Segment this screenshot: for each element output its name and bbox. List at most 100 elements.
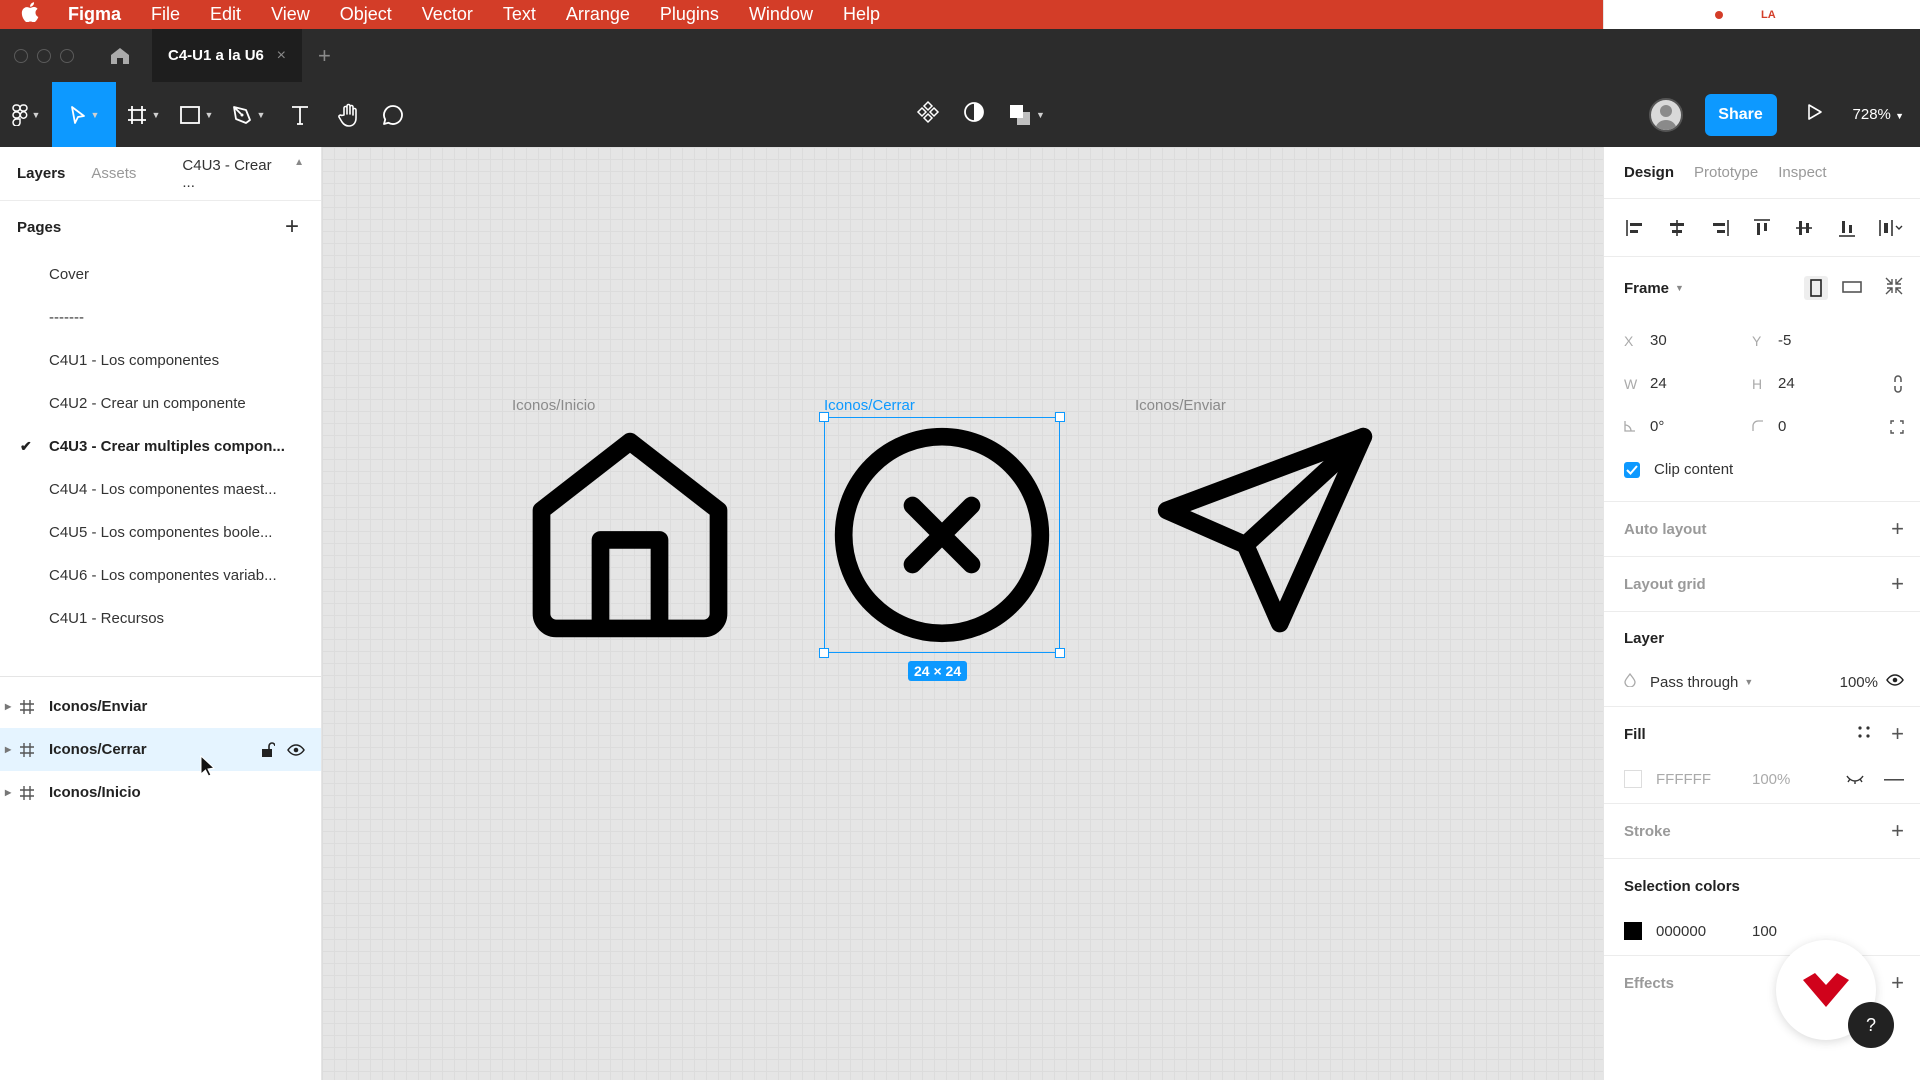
- page-item[interactable]: C4U1 - Los componentes: [0, 339, 321, 382]
- frame-tool[interactable]: ▼: [116, 82, 170, 147]
- help-button[interactable]: ?: [1848, 1002, 1894, 1048]
- layer-opacity-input[interactable]: 100%: [1840, 674, 1878, 691]
- pen-tool[interactable]: ▼: [222, 82, 274, 147]
- page-item-selected[interactable]: ✔ C4U3 - Crear multiples compon...: [0, 425, 321, 468]
- independent-corners-icon[interactable]: [1890, 419, 1904, 434]
- remove-fill-button[interactable]: —: [1884, 768, 1904, 791]
- fill-opacity[interactable]: 100%: [1752, 771, 1790, 788]
- menu-app-figma[interactable]: Figma: [60, 4, 136, 25]
- tab-prototype[interactable]: Prototype: [1694, 164, 1758, 181]
- clip-content-checkbox[interactable]: [1624, 461, 1640, 478]
- distribute-icon[interactable]: [1878, 217, 1904, 239]
- hand-tool[interactable]: [326, 82, 372, 147]
- corner-radius-input[interactable]: 0: [1778, 418, 1880, 435]
- align-bottom-icon[interactable]: [1836, 217, 1858, 239]
- zoom-level[interactable]: 728% ▼: [1853, 106, 1904, 123]
- selection-color-swatch[interactable]: [1624, 922, 1642, 940]
- shape-tool[interactable]: ▼: [170, 82, 222, 147]
- add-auto-layout-button[interactable]: +: [1891, 516, 1904, 542]
- share-button[interactable]: Share: [1704, 93, 1777, 136]
- search-icon[interactable]: [1897, 4, 1915, 26]
- align-center-v-icon[interactable]: [1793, 217, 1815, 239]
- resize-handle[interactable]: [819, 412, 829, 422]
- tab-design[interactable]: Design: [1624, 164, 1674, 181]
- send-icon[interactable]: [1147, 417, 1383, 653]
- align-top-icon[interactable]: [1751, 217, 1773, 239]
- blend-mode-select[interactable]: Pass through ▼: [1650, 674, 1780, 691]
- home-icon[interactable]: [512, 417, 748, 653]
- resize-to-fit-icon[interactable]: [1884, 276, 1904, 300]
- frame-type-select[interactable]: Frame ▼: [1624, 280, 1684, 297]
- minimize-window-button[interactable]: [37, 48, 51, 63]
- avatar[interactable]: [1648, 97, 1683, 132]
- cloud-icon[interactable]: [1654, 4, 1680, 26]
- comment-tool[interactable]: [372, 82, 414, 147]
- page-item[interactable]: C4U4 - Los componentes maest...: [0, 468, 321, 511]
- zoom-window-button[interactable]: [60, 48, 74, 63]
- page-item[interactable]: C4U6 - Los componentes variab...: [0, 554, 321, 597]
- selection-color-opacity[interactable]: 100: [1752, 923, 1777, 940]
- page-item[interactable]: Cover: [0, 253, 321, 296]
- add-effect-button[interactable]: +: [1891, 970, 1904, 996]
- menu-vector[interactable]: Vector: [407, 4, 488, 25]
- add-page-button[interactable]: +: [285, 213, 299, 241]
- constrain-proportions-icon[interactable]: [1892, 374, 1904, 394]
- mask-icon[interactable]: [962, 100, 986, 129]
- present-play-icon[interactable]: [1807, 103, 1823, 126]
- sync-icon[interactable]: [1708, 4, 1730, 26]
- page-item[interactable]: C4U2 - Crear un componente: [0, 382, 321, 425]
- resize-handle[interactable]: [1055, 648, 1065, 658]
- page-item[interactable]: C4U1 - Recursos: [0, 597, 321, 640]
- canvas[interactable]: Iconos/Inicio Iconos/Cerrar Iconos/Envia…: [322, 147, 1603, 1080]
- tab-inspect[interactable]: Inspect: [1778, 164, 1826, 181]
- current-page-selector[interactable]: C4U3 - Crear ... ▲: [182, 157, 304, 191]
- clip-content-row[interactable]: Clip content: [1624, 448, 1904, 491]
- layer-row[interactable]: ▶ Iconos/Inicio: [0, 771, 321, 814]
- apple-icon[interactable]: [0, 1, 60, 28]
- component-icon[interactable]: [916, 100, 940, 129]
- layer-row[interactable]: ▶ Iconos/Enviar: [0, 685, 321, 728]
- resize-handle[interactable]: [819, 648, 829, 658]
- eye-icon[interactable]: [287, 743, 305, 757]
- align-right-icon[interactable]: [1709, 217, 1731, 239]
- align-center-h-icon[interactable]: [1666, 217, 1688, 239]
- portrait-icon[interactable]: [1804, 276, 1828, 300]
- menu-arrange[interactable]: Arrange: [551, 4, 645, 25]
- menu-help[interactable]: Help: [828, 4, 895, 25]
- wifi-icon[interactable]: [1847, 4, 1869, 26]
- fill-swatch[interactable]: [1624, 770, 1642, 788]
- menu-edit[interactable]: Edit: [195, 4, 256, 25]
- tab-layers[interactable]: Layers: [17, 165, 65, 182]
- fill-hex[interactable]: FFFFFF: [1656, 771, 1752, 788]
- add-layout-grid-button[interactable]: +: [1891, 571, 1904, 597]
- expand-caret-icon[interactable]: ▶: [5, 745, 11, 754]
- bluetooth-icon[interactable]: [1807, 4, 1819, 26]
- home-icon[interactable]: [108, 44, 132, 68]
- expand-caret-icon[interactable]: ▶: [5, 788, 11, 797]
- frame-label[interactable]: Iconos/Enviar: [1135, 397, 1226, 414]
- move-tool[interactable]: ▼: [52, 82, 116, 147]
- style-grid-icon[interactable]: [1857, 725, 1871, 743]
- tab-assets[interactable]: Assets: [91, 165, 136, 182]
- w-input[interactable]: 24: [1650, 375, 1752, 392]
- creative-cloud-icon[interactable]: [1604, 4, 1626, 26]
- add-stroke-button[interactable]: +: [1891, 818, 1904, 844]
- expand-caret-icon[interactable]: ▶: [5, 702, 11, 711]
- selection-box[interactable]: [824, 417, 1060, 653]
- frame-label[interactable]: Iconos/Inicio: [512, 397, 595, 414]
- eye-icon[interactable]: [1886, 673, 1904, 691]
- add-fill-button[interactable]: +: [1891, 721, 1904, 747]
- landscape-icon[interactable]: [1842, 280, 1862, 297]
- menu-file[interactable]: File: [136, 4, 195, 25]
- frame-label-selected[interactable]: Iconos/Cerrar: [824, 397, 915, 414]
- tab-close-icon[interactable]: ×: [277, 47, 286, 65]
- resize-handle[interactable]: [1055, 412, 1065, 422]
- new-tab-button[interactable]: +: [318, 43, 331, 69]
- text-tool[interactable]: [274, 82, 326, 147]
- menu-object[interactable]: Object: [325, 4, 407, 25]
- menu-text[interactable]: Text: [488, 4, 551, 25]
- menu-plugins[interactable]: Plugins: [645, 4, 734, 25]
- unlock-icon[interactable]: [261, 741, 275, 758]
- boolean-ops-button[interactable]: ▼: [1008, 103, 1045, 127]
- main-menu-button[interactable]: ▼: [0, 82, 52, 147]
